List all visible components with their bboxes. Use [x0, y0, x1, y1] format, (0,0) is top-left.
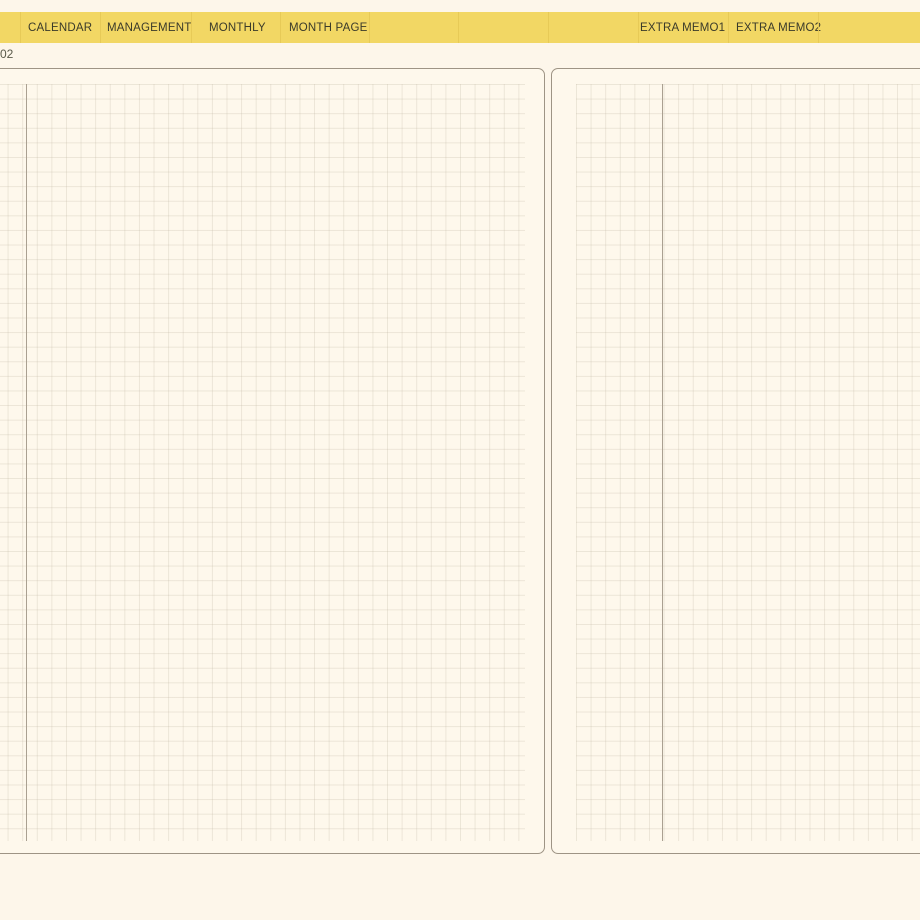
notes-panel-left[interactable]	[0, 68, 545, 854]
tab-extra-memo1[interactable]: EXTRA MEMO1	[639, 12, 728, 43]
tab-calendar[interactable]: CALENDAR	[21, 12, 100, 43]
tab-blank-2[interactable]	[459, 12, 548, 43]
tab-blank-left[interactable]	[0, 12, 20, 43]
page-number: 02	[0, 47, 14, 61]
top-tab-bar: CALENDAR MANAGEMENT MONTHLY MONTH PAGE E…	[0, 12, 920, 43]
grid-paper	[576, 84, 920, 841]
tab-extra-memo2[interactable]: EXTRA MEMO2	[729, 12, 821, 43]
tab-monthly[interactable]: MONTHLY	[192, 12, 280, 43]
tab-management[interactable]: MANAGEMENT	[101, 12, 191, 43]
grid-paper	[0, 84, 525, 841]
planner-page: CALENDAR MANAGEMENT MONTHLY MONTH PAGE E…	[0, 0, 920, 920]
margin-line	[26, 84, 28, 841]
tab-blank-right[interactable]	[819, 12, 839, 43]
margin-line	[662, 84, 664, 841]
tab-blank-1[interactable]	[370, 12, 458, 43]
tab-month-page[interactable]: MONTH PAGE	[281, 12, 369, 43]
notes-panel-right[interactable]	[551, 68, 920, 854]
tab-blank-3[interactable]	[549, 12, 638, 43]
